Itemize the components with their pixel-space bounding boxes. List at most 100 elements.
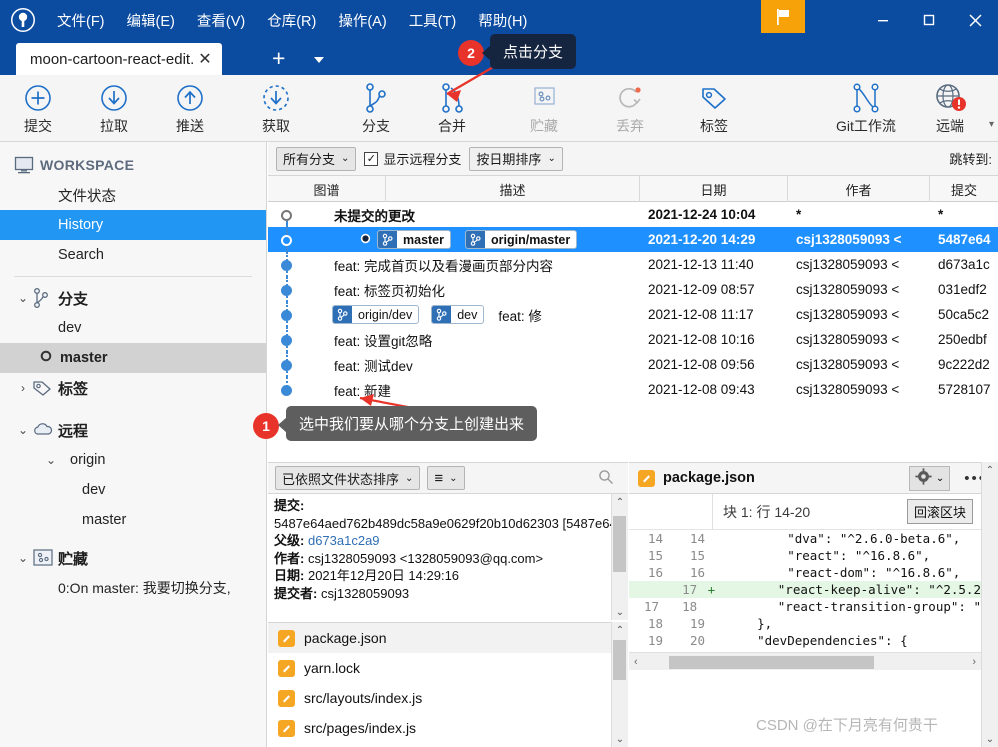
tab-close-icon[interactable]: ✕: [196, 49, 213, 69]
tab-list-dropdown-icon[interactable]: [312, 53, 326, 68]
list-item[interactable]: package.json: [268, 623, 627, 653]
sidebar-branch-dev[interactable]: dev: [0, 313, 266, 343]
branch-ref-tag[interactable]: dev: [431, 305, 485, 324]
search-icon[interactable]: [598, 469, 614, 488]
column-header-date[interactable]: 日期: [640, 176, 788, 202]
diff-scrollbar[interactable]: ⌃ ⌄: [981, 462, 998, 747]
sidebar-item-search[interactable]: Search: [0, 240, 266, 270]
sidebar-branches-header[interactable]: ⌄ 分支: [0, 283, 266, 313]
sort-order-dropdown[interactable]: 按日期排序 ⌄: [469, 146, 563, 171]
table-row[interactable]: feat: 完成首页以及看漫画页部分内容 2021-12-13 11:40 cs…: [268, 252, 998, 277]
rollback-hunk-button[interactable]: 回滚区块: [906, 499, 973, 524]
diff-old-line-number: 17: [644, 599, 660, 614]
menu-view[interactable]: 查看(V): [186, 6, 256, 35]
table-row[interactable]: 未提交的更改 2021-12-24 10:04 * *: [268, 202, 998, 227]
branch-filter-dropdown[interactable]: 所有分支 ⌄: [276, 146, 357, 171]
sidebar-remote-origin[interactable]: ⌄ origin: [0, 445, 266, 475]
hunk-gutter-spacer: [629, 493, 713, 530]
menu-file[interactable]: 文件(F): [46, 6, 116, 35]
scroll-up-icon[interactable]: ⌃: [986, 462, 994, 478]
diff-old-line-number: 19: [647, 633, 663, 648]
chevron-down-icon[interactable]: ⌄: [14, 551, 32, 565]
sidebar-item-file-status[interactable]: 文件状态: [0, 180, 266, 210]
sidebar-item-history[interactable]: History: [0, 210, 266, 240]
menu-actions[interactable]: 操作(A): [327, 6, 397, 35]
changed-file-list[interactable]: package.json yarn.lock src/layouts/index…: [268, 622, 628, 747]
scroll-up-icon[interactable]: ⌃: [616, 622, 624, 638]
scroll-up-icon[interactable]: ⌃: [616, 494, 624, 510]
scroll-down-icon[interactable]: ⌄: [616, 731, 624, 747]
column-header-commit[interactable]: 提交: [930, 176, 998, 202]
current-branch-dot-icon: [40, 350, 52, 366]
show-remote-branches-checkbox[interactable]: ✓ 显示远程分支: [364, 149, 461, 168]
menu-edit[interactable]: 编辑(E): [116, 6, 186, 35]
sidebar-stash-item[interactable]: 0:On master: 我要切换分支,: [0, 573, 266, 603]
diff-old-line-number: 14: [647, 531, 663, 546]
sidebar-remote-branch-dev[interactable]: dev: [0, 475, 266, 505]
diff-code: "react-keep-alive": "^2.5.2: [717, 582, 981, 597]
table-row[interactable]: feat: 设置git忽略 2021-12-08 10:16 csj132805…: [268, 327, 998, 352]
toolbar-gitflow-button[interactable]: Git工作流: [818, 81, 914, 139]
detail-parent-hash[interactable]: d673a1c2a9: [308, 533, 380, 548]
file-list-scroll-thumb[interactable]: [613, 640, 626, 680]
branch-ref-tag[interactable]: master: [377, 230, 451, 249]
sidebar-remotes-header[interactable]: ⌄ 远程: [0, 415, 266, 445]
toolbar-overflow-button[interactable]: ▾: [989, 119, 994, 130]
menu-repository[interactable]: 仓库(R): [256, 6, 327, 35]
list-item[interactable]: src/pages/index.js: [268, 713, 627, 743]
chevron-down-icon[interactable]: ⌄: [14, 291, 32, 305]
toolbar-commit-button[interactable]: 提交: [0, 81, 76, 139]
column-header-description[interactable]: 描述: [386, 176, 640, 202]
flag-button[interactable]: [761, 0, 805, 33]
list-item[interactable]: yarn.lock: [268, 653, 627, 683]
chevron-down-icon[interactable]: ⌄: [14, 423, 32, 437]
toolbar-push-button[interactable]: 推送: [152, 81, 228, 139]
table-row[interactable]: origin/dev dev feat: 修 2021-12-08 11:17 …: [268, 302, 998, 327]
toolbar-pull-button[interactable]: 拉取: [76, 81, 152, 139]
maximize-button[interactable]: [906, 0, 952, 40]
branch-ref-tag[interactable]: origin/dev: [332, 305, 420, 324]
view-mode-dropdown[interactable]: ≡ ⌄: [427, 466, 465, 490]
table-row[interactable]: feat: 新建 2021-12-08 09:43 csj1328059093 …: [268, 377, 998, 402]
detail-scroll-thumb[interactable]: [613, 516, 626, 572]
menu-help[interactable]: 帮助(H): [467, 6, 538, 35]
new-tab-button[interactable]: +: [272, 47, 285, 70]
toolbar-remote-button[interactable]: 远端: [912, 81, 988, 139]
menu-tools[interactable]: 工具(T): [398, 6, 468, 35]
column-header-graph[interactable]: 图谱: [268, 176, 386, 202]
sidebar-workspace-header[interactable]: WORKSPACE: [0, 150, 266, 180]
diff-hscroll-thumb[interactable]: [669, 656, 874, 669]
toolbar-fetch-button[interactable]: 获取: [238, 81, 314, 139]
file-sort-dropdown[interactable]: 已依照文件状态排序 ⌄: [275, 466, 421, 490]
sidebar-divider: [14, 276, 252, 277]
scroll-right-icon[interactable]: ›: [972, 656, 981, 668]
toolbar-tag-button[interactable]: 标签: [676, 81, 752, 139]
monitor-icon: [14, 156, 40, 174]
diff-horizontal-scrollbar[interactable]: ‹ ›: [629, 652, 981, 670]
list-item[interactable]: src/layouts/index.js: [268, 683, 627, 713]
sidebar-tags-header[interactable]: › 标签: [0, 373, 266, 403]
sidebar-stash-header[interactable]: ⌄ 贮藏: [0, 543, 266, 573]
toolbar-stash-button[interactable]: 贮藏: [506, 81, 582, 139]
toolbar-discard-button[interactable]: 丢弃: [592, 81, 668, 139]
table-row[interactable]: feat: 标签页初始化 2021-12-09 08:57 csj1328059…: [268, 277, 998, 302]
chevron-down-icon[interactable]: ⌄: [42, 453, 60, 467]
chevron-right-icon[interactable]: ›: [14, 381, 32, 395]
minimize-button[interactable]: [860, 0, 906, 40]
scroll-left-icon[interactable]: ‹: [629, 656, 638, 668]
diff-settings-button[interactable]: ⌄: [908, 465, 951, 491]
sidebar-branch-master[interactable]: master: [0, 343, 266, 373]
column-header-author[interactable]: 作者: [788, 176, 930, 202]
table-row[interactable]: feat: 测试dev 2021-12-08 09:56 csj13280590…: [268, 352, 998, 377]
toolbar-merge-button[interactable]: 合并: [414, 81, 490, 139]
scroll-down-icon[interactable]: ⌄: [986, 731, 994, 747]
scroll-down-icon[interactable]: ⌄: [616, 604, 624, 620]
toolbar-branch-button[interactable]: 分支: [338, 81, 414, 139]
close-button[interactable]: [952, 0, 998, 40]
branch-ref-label: master: [403, 232, 444, 247]
branch-ref-tag[interactable]: origin/master: [465, 230, 578, 249]
repo-tab[interactable]: moon-cartoon-react-edit. ✕: [16, 43, 222, 75]
table-row[interactable]: master origin/master 2021-12-20 14:29 cs…: [268, 227, 998, 252]
sidebar-remote-branch-master[interactable]: master: [0, 505, 266, 535]
diff-content[interactable]: 14 14 "dva": "^2.6.0-beta.6", 15 15 "rea…: [629, 530, 981, 650]
